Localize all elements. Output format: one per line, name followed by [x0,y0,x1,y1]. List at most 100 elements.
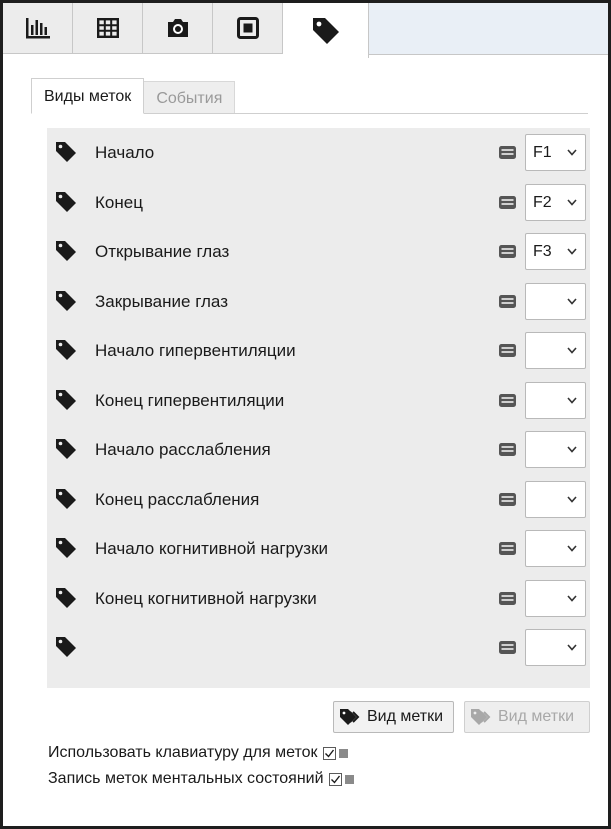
tag-icon [56,488,76,509]
add-marker-type-label: Вид метки [367,708,444,725]
remove-marker-type-label: Вид метки [498,708,575,725]
tag-icon [56,637,76,657]
camera-icon [167,19,188,37]
chevron-down-icon [567,446,577,453]
tag-remove-icon [471,709,491,725]
tag-icon [56,241,76,261]
chevron-down-icon [567,149,577,156]
add-marker-type-button[interactable]: Вид метки [333,701,454,733]
tag-icon [56,290,76,311]
hotkey-select[interactable]: F3 [525,233,586,270]
marker-row[interactable]: Закрывание глаз [47,277,590,327]
keyboard-icon [499,294,516,308]
marker-row[interactable]: Конец когнитивной нагрузки [47,574,590,624]
tag-icon [56,340,76,360]
keyboard-icon [499,393,516,407]
tag-icon [56,538,76,558]
marker-row[interactable]: Открывание глаз F3 [47,227,590,277]
marker-label: Начало гипервентиляции [95,341,296,360]
marker-row[interactable] [47,623,590,673]
hotkey-select[interactable] [525,480,586,518]
bar-chart-icon [25,18,50,39]
marker-label: Конец расслабления [95,489,260,509]
keyboard-icon [499,443,516,456]
sub-tab-bar: Виды меток События [31,78,236,114]
tab-stop[interactable] [213,3,283,54]
keyboard-icon [499,195,516,209]
chevron-down-icon [567,347,577,354]
hotkey-select[interactable] [525,629,586,666]
chevron-down-icon [567,644,577,651]
chevron-down-icon [567,198,577,206]
keyboard-icon [499,146,516,159]
tag-icon [56,587,76,608]
chevron-down-icon [567,545,577,552]
record-mental-states-label: Запись меток ментальных состояний [48,770,324,787]
hotkey-value: F1 [533,144,552,161]
chevron-down-icon [567,248,577,255]
marker-label: Открывание глаз [95,242,230,261]
tag-icon [312,17,339,44]
hotkey-select[interactable] [525,381,586,419]
use-keyboard-option: Использовать клавиатуру для меток [48,741,348,765]
tag-icon [56,439,76,459]
keyboard-icon [499,542,516,555]
marker-label: Начало расслабления [95,440,271,459]
marker-label: Закрывание глаз [95,291,228,311]
tag-icon [56,142,76,162]
remove-marker-type-button[interactable]: Вид метки [464,701,590,733]
use-keyboard-label: Использовать клавиатуру для меток [48,744,318,761]
tab-marker-types[interactable]: Виды меток [31,78,145,114]
keyboard-icon [499,344,516,357]
tag-icon [56,191,76,212]
keyboard-icon [499,245,516,258]
marker-row[interactable]: Начало когнитивной нагрузки [47,524,590,574]
record-mental-states-option: Запись меток ментальных состояний [48,767,354,791]
keyboard-icon [499,591,516,605]
checkmark-icon [330,775,340,784]
marker-type-list: Начало F1 Конец F2 Открывание глаз F3 Закрыван… [47,128,590,688]
hotkey-value: F2 [533,193,552,211]
tag-add-icon [340,709,360,725]
hotkey-select[interactable] [525,530,586,567]
checkmark-icon [324,749,334,758]
marker-row[interactable]: Начало расслабления [47,425,590,475]
tab-camera[interactable] [143,3,213,54]
chevron-down-icon [567,495,577,503]
indicator-square [338,748,348,758]
marker-label: Начало когнитивной нагрузки [95,539,329,558]
tab-markers[interactable] [283,3,369,58]
tab-statistics[interactable] [3,3,73,54]
record-mental-states-checkbox[interactable] [328,772,342,786]
marker-label: Конец [95,192,143,212]
keyboard-icon [499,641,516,654]
tab-events[interactable]: События [144,81,236,114]
hotkey-select[interactable] [525,332,586,369]
tag-icon [56,389,76,410]
marker-row[interactable]: Конец гипервентиляции [47,376,590,426]
marker-settings-panel: Виды меток События Начало F1 Конец F2 Открыв… [0,0,611,829]
marker-label: Начало [95,143,155,162]
hotkey-value: F3 [533,243,552,260]
stop-square-icon [236,17,259,39]
grid-table-icon [96,18,119,38]
hotkey-select[interactable]: F1 [525,134,586,171]
marker-row[interactable]: Начало гипервентиляции [47,326,590,376]
chevron-down-icon [567,594,577,602]
indicator-square [344,774,354,784]
marker-row[interactable]: Начало F1 [47,128,590,178]
marker-row[interactable]: Конец F2 [47,178,590,228]
keyboard-icon [499,492,516,506]
hotkey-select[interactable] [525,579,586,617]
tab-table[interactable] [73,3,143,54]
hotkey-select[interactable] [525,282,586,320]
use-keyboard-checkbox[interactable] [322,746,336,760]
icon-tab-bar [3,3,608,58]
marker-label: Конец когнитивной нагрузки [95,588,317,608]
hotkey-select[interactable]: F2 [525,183,586,221]
hotkey-select[interactable] [525,431,586,468]
chevron-down-icon [567,396,577,404]
marker-label: Конец гипервентиляции [95,390,285,410]
marker-row[interactable]: Конец расслабления [47,475,590,525]
chevron-down-icon [567,297,577,305]
